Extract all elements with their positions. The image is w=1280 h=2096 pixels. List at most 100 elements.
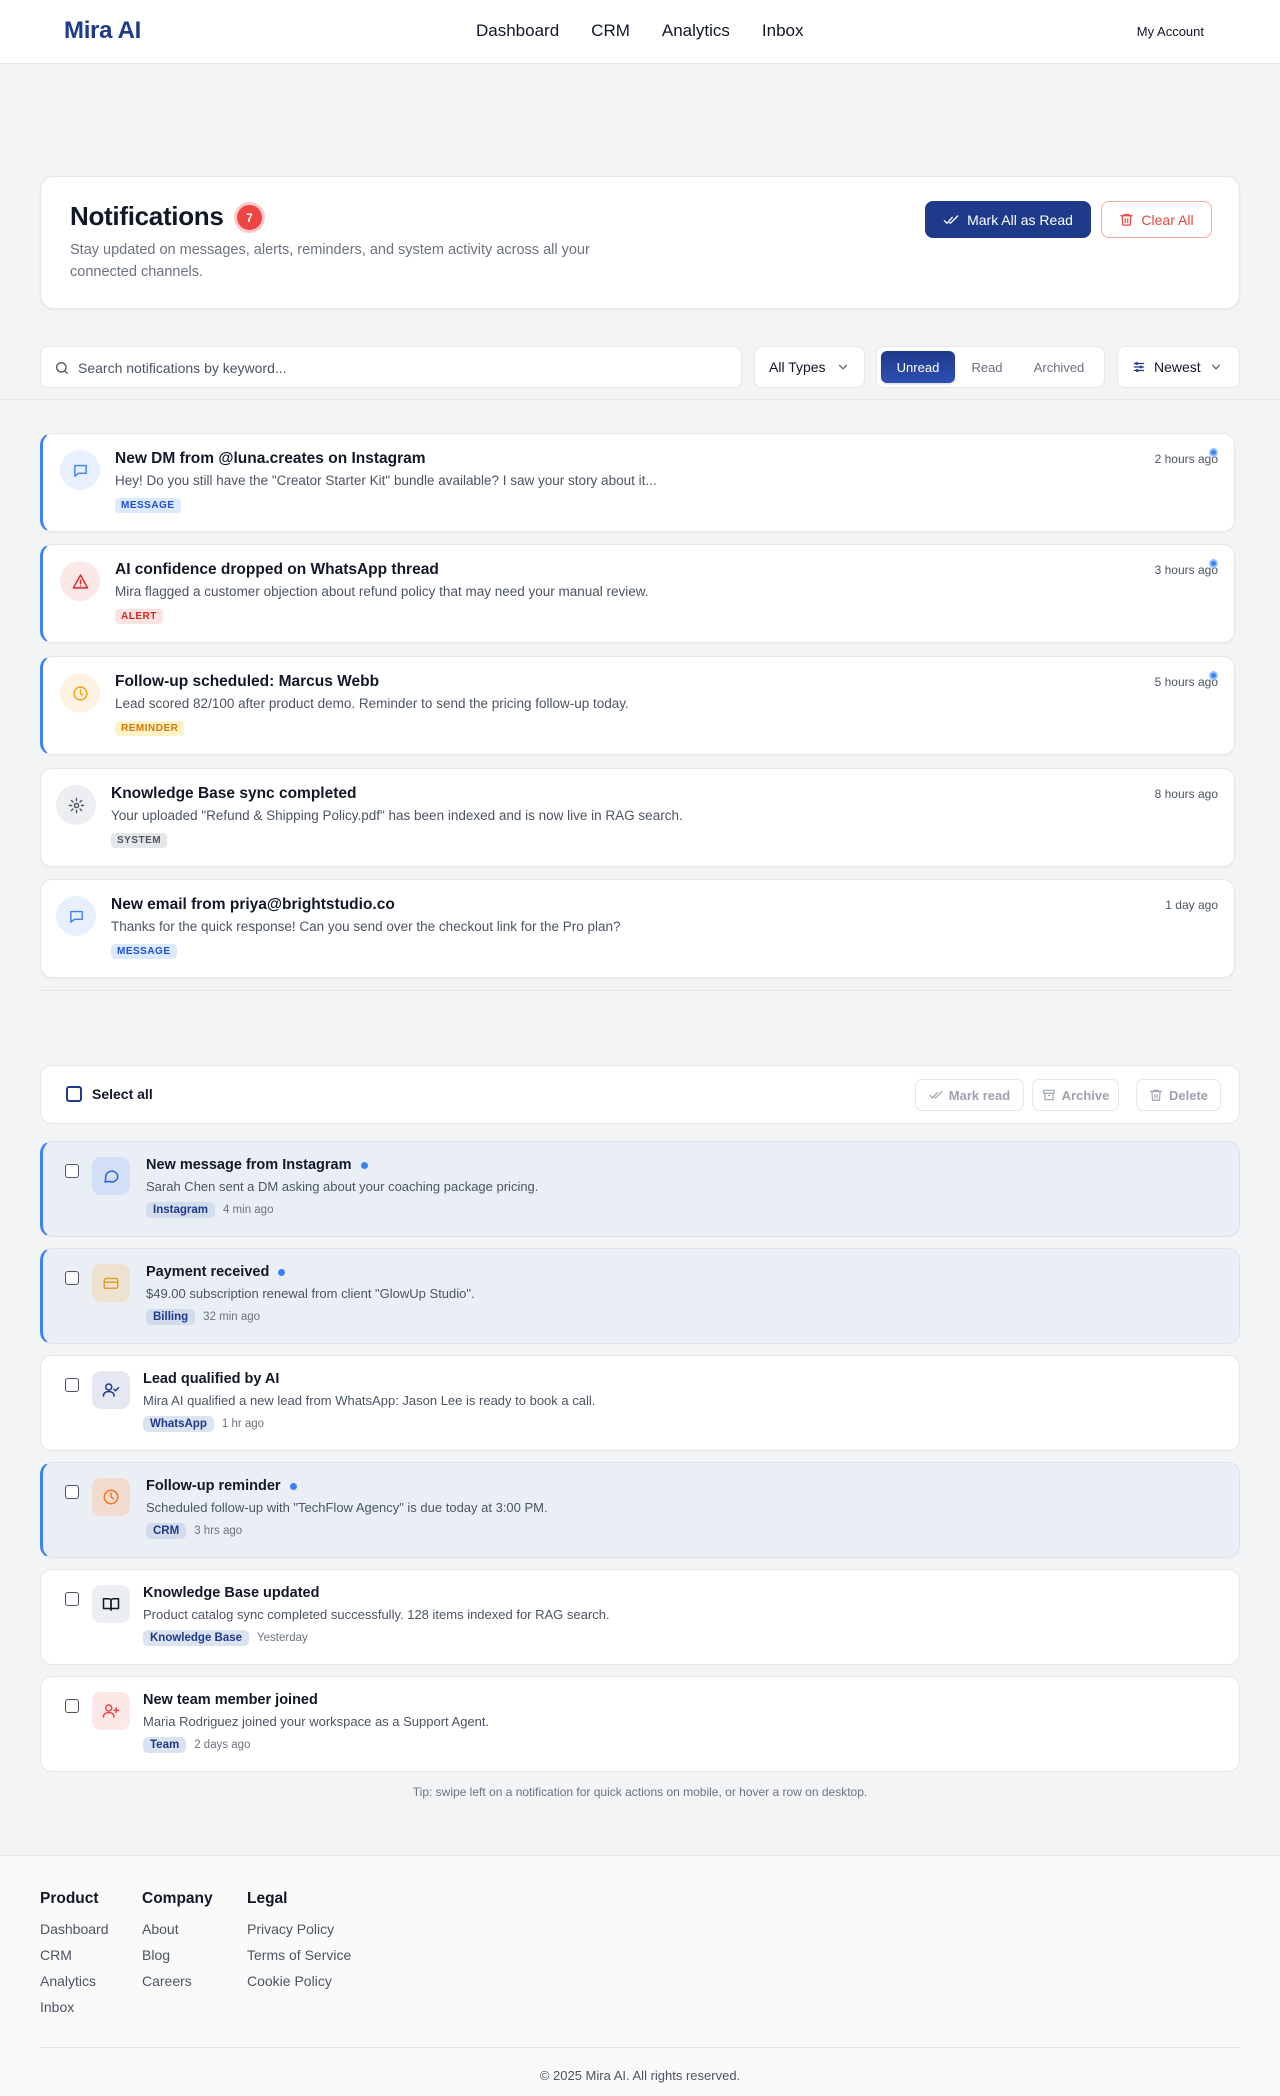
sort-value: Newest (1154, 359, 1201, 375)
row-checkbox[interactable] (65, 1485, 79, 1499)
activity-description: $49.00 subscription renewal from client … (146, 1286, 475, 1301)
row-checkbox[interactable] (65, 1592, 79, 1606)
notification-item[interactable]: Knowledge Base sync completed Your uploa… (40, 768, 1235, 867)
activity-row[interactable]: Lead qualified by AI Mira AI qualified a… (40, 1355, 1240, 1451)
activity-time: 1 hr ago (221, 1418, 265, 1430)
activity-meta: Billing 32 min ago (146, 1309, 260, 1325)
clock-icon (92, 1478, 130, 1516)
sort-select[interactable]: Newest (1117, 346, 1240, 388)
notification-description: Hey! Do you still have the "Creator Star… (115, 473, 657, 488)
sliders-icon (1132, 360, 1146, 374)
chevron-down-icon (836, 360, 850, 374)
activity-title-row: Knowledge Base updated (143, 1585, 319, 1601)
row-checkbox[interactable] (65, 1271, 79, 1285)
footer-link-terms[interactable]: Terms of Service (247, 1947, 351, 1963)
type-filter-select[interactable]: All Types (754, 346, 865, 388)
notification-title: AI confidence dropped on WhatsApp thread (115, 561, 439, 578)
activity-row[interactable]: New message from Instagram Sarah Chen se… (40, 1141, 1240, 1237)
brand-logo[interactable]: Mira AI (64, 17, 141, 45)
double-check-icon (943, 212, 959, 228)
notification-item[interactable]: New DM from @luna.creates on Instagram H… (40, 433, 1235, 532)
footer-link-inbox[interactable]: Inbox (40, 1999, 109, 2015)
alert-triangle-icon (60, 561, 100, 601)
nav-link-crm[interactable]: CRM (591, 21, 630, 41)
archive-button[interactable]: Archive (1032, 1079, 1119, 1111)
nav-link-dashboard[interactable]: Dashboard (476, 21, 559, 41)
status-tabs: Unread Read Archived (876, 346, 1105, 388)
chat-bubble-icon (92, 1157, 130, 1195)
activity-description: Scheduled follow-up with "TechFlow Agenc… (146, 1500, 548, 1515)
notification-tag: MESSAGE (115, 498, 181, 513)
notification-title: Knowledge Base sync completed (111, 785, 357, 802)
tab-archived[interactable]: Archived (1019, 351, 1099, 383)
row-checkbox[interactable] (65, 1699, 79, 1713)
activity-title-row: New message from Instagram (146, 1157, 368, 1173)
activity-meta: Knowledge Base Yesterday (143, 1630, 308, 1646)
user-plus-icon (92, 1692, 130, 1730)
gear-icon (56, 785, 96, 825)
select-all-checkbox[interactable] (66, 1086, 82, 1102)
mark-all-read-label: Mark All as Read (967, 211, 1073, 228)
tab-read[interactable]: Read (955, 351, 1019, 383)
clear-all-button[interactable]: Clear All (1101, 201, 1212, 238)
notification-time: 8 hours ago (1154, 787, 1218, 801)
activity-row[interactable]: Payment received $49.00 subscription ren… (40, 1248, 1240, 1344)
activity-time: Yesterday (257, 1632, 308, 1644)
copyright-text: © 2025 Mira AI. All rights reserved. (539, 2068, 741, 2083)
search-input[interactable] (78, 357, 718, 379)
row-checkbox[interactable] (65, 1378, 79, 1392)
nav-link-analytics[interactable]: Analytics (662, 21, 730, 41)
footer-column-product: Product Dashboard CRM Analytics Inbox (40, 1890, 109, 2025)
top-nav: Mira AI Dashboard CRM Analytics Inbox My… (0, 0, 1280, 64)
unread-dot (1209, 671, 1218, 680)
activity-title-row: Follow-up reminder (146, 1478, 297, 1494)
delete-button[interactable]: Delete (1136, 1079, 1221, 1111)
footer-link-cookies[interactable]: Cookie Policy (247, 1973, 351, 1989)
my-account-link[interactable]: My Account (1137, 24, 1204, 39)
activity-row[interactable]: Follow-up reminder Scheduled follow-up w… (40, 1462, 1240, 1558)
notification-item[interactable]: New email from priya@brightstudio.co Tha… (40, 879, 1235, 978)
tab-unread[interactable]: Unread (881, 351, 955, 383)
clear-all-label: Clear All (1141, 211, 1194, 228)
footer-link-about[interactable]: About (142, 1921, 213, 1937)
activity-time: 3 hrs ago (194, 1525, 243, 1537)
footer-link-crm[interactable]: CRM (40, 1947, 109, 1963)
mark-read-button[interactable]: Mark read (915, 1079, 1024, 1111)
channel-chip: Knowledge Base (143, 1630, 250, 1646)
row-checkbox[interactable] (65, 1164, 79, 1178)
message-icon (56, 896, 96, 936)
page-subtitle: Stay updated on messages, alerts, remind… (70, 242, 590, 280)
activity-description: Mira AI qualified a new lead from WhatsA… (143, 1393, 596, 1408)
activity-row[interactable]: Knowledge Base updated Product catalog s… (40, 1569, 1240, 1665)
footer-link-dashboard[interactable]: Dashboard (40, 1921, 109, 1937)
activity-description: Sarah Chen sent a DM asking about your c… (146, 1179, 539, 1194)
notification-description: Thanks for the quick response! Can you s… (111, 919, 621, 934)
activity-row[interactable]: New team member joined Maria Rodriguez j… (40, 1676, 1240, 1772)
double-check-icon (929, 1088, 943, 1102)
unread-dot (1209, 448, 1218, 457)
page-title: Notifications (70, 201, 224, 231)
footer-link-analytics[interactable]: Analytics (40, 1973, 109, 1989)
notification-time: 1 day ago (1165, 898, 1218, 912)
nav-link-inbox[interactable]: Inbox (762, 21, 804, 41)
mark-all-read-button[interactable]: Mark All as Read (925, 201, 1091, 238)
notification-tag: ALERT (115, 609, 163, 624)
delete-label: Delete (1168, 1087, 1209, 1103)
activity-meta: WhatsApp 1 hr ago (143, 1416, 264, 1432)
activity-description: Product catalog sync completed successfu… (143, 1607, 610, 1622)
select-all-label[interactable]: Select all (92, 1086, 153, 1102)
unread-dot (289, 1482, 297, 1490)
footer-column-company: Company About Blog Careers (142, 1890, 213, 1999)
unread-count-badge: 7 (234, 202, 265, 233)
message-icon (60, 450, 100, 490)
notification-item[interactable]: AI confidence dropped on WhatsApp thread… (40, 544, 1235, 643)
notification-tag: MESSAGE (111, 944, 177, 959)
footer-link-privacy[interactable]: Privacy Policy (247, 1921, 351, 1937)
footer-link-blog[interactable]: Blog (142, 1947, 213, 1963)
notifications-header-card: Notifications 7 Stay updated on messages… (40, 176, 1240, 309)
channel-chip: Billing (146, 1309, 196, 1325)
notification-tag: REMINDER (115, 721, 185, 736)
archive-label: Archive (1061, 1087, 1110, 1103)
footer-link-careers[interactable]: Careers (142, 1973, 213, 1989)
notification-item[interactable]: Follow-up scheduled: Marcus Webb Lead sc… (40, 656, 1235, 755)
